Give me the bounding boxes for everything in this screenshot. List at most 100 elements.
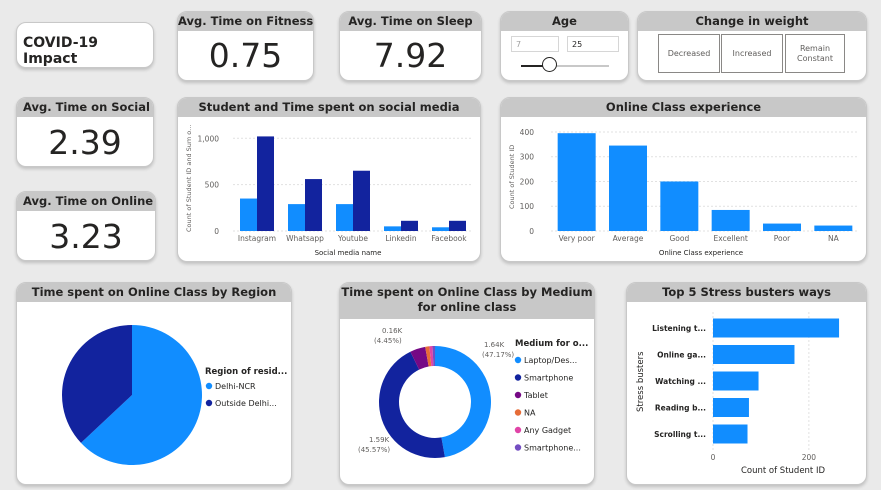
weight-increased-button[interactable]: Increased (721, 34, 783, 73)
region-legend-title: Region of resid... (205, 367, 287, 377)
experience-y-axis-label: Count of Student ID (508, 145, 516, 209)
medium-legend-label: NA (524, 409, 536, 418)
social-y-tick: 0 (214, 227, 219, 236)
stress-x-tick: 200 (802, 453, 817, 462)
region-pie-title: Time spent on Online Class by Region (17, 283, 291, 302)
social-bar (449, 220, 466, 231)
social-media-chart-title: Student and Time spent on social media (178, 98, 480, 117)
social-x-axis-label: Social media name (315, 249, 382, 257)
medium-annot-2: 1.59K (369, 436, 390, 444)
social-x-tick: Instagram (238, 234, 276, 243)
kpi-social-value: 2.39 (48, 123, 122, 162)
experience-bar (711, 209, 750, 231)
kpi-social-card: Avg. Time on Social m... 2.39 (16, 97, 154, 167)
experience-chart-card: Online Class experience Count of Student… (500, 97, 867, 262)
social-y-tick: 500 (205, 181, 220, 190)
stress-y-tick: Listening t... (652, 324, 706, 333)
medium-legend-label: Any Gadget (524, 426, 571, 435)
social-bar (353, 170, 370, 231)
page-title: COVID-19 Impact (23, 35, 99, 67)
weight-slicer: Change in weight Decreased Increased Rem… (637, 11, 867, 81)
medium-legend-label: Smartphone (524, 374, 573, 383)
kpi-online-card: Avg. Time on Online cl... 3.23 (16, 191, 156, 261)
experience-x-tick: Excellent (714, 234, 748, 243)
experience-x-tick: Very poor (559, 234, 596, 243)
stress-bar (713, 424, 748, 444)
experience-bar (763, 223, 801, 231)
stress-y-tick: Watching ... (655, 377, 706, 386)
region-legend-marker (205, 382, 213, 390)
social-media-chart: Count of Student ID and Sum o... Social … (185, 125, 473, 257)
experience-y-tick: 100 (520, 202, 535, 211)
medium-legend-marker (514, 409, 522, 416)
medium-annot-1: 1.64K (484, 341, 505, 349)
social-media-chart-card: Student and Time spent on social media C… (177, 97, 481, 262)
weight-slicer-title: Change in weight (638, 12, 866, 31)
experience-chart: Count of Student ID Online Class experie… (508, 128, 859, 257)
experience-x-tick: Good (669, 234, 689, 243)
kpi-online-label: Avg. Time on Online cl... (17, 192, 155, 211)
region-legend-label: Delhi-NCR (215, 382, 256, 391)
medium-legend-label: Laptop/Des... (524, 356, 577, 365)
stress-chart: Stress busters Count of Student ID 0 200 L… (636, 312, 840, 476)
experience-bar (660, 181, 699, 231)
medium-legend-marker (514, 444, 522, 451)
kpi-fitness-card: Avg. Time on Fitness 0.75 (177, 11, 314, 81)
medium-legend-label: Smartphone... (524, 444, 581, 453)
experience-y-tick: 300 (520, 153, 535, 162)
age-slider-handle[interactable] (542, 57, 557, 72)
experience-x-tick: Poor (774, 234, 791, 243)
stress-bar (713, 371, 759, 391)
medium-donut-card: Time spent on Online Class by Medium for… (339, 282, 595, 485)
experience-bar (609, 145, 647, 231)
social-y-axis-label: Count of Student ID and Sum o... (185, 125, 193, 232)
age-max-input[interactable]: 25 (567, 36, 619, 52)
medium-annot-3p: (4.45%) (374, 337, 402, 345)
medium-legend-marker (514, 391, 522, 399)
medium-donut-title-text: Time spent on Online Class by Medium for… (341, 285, 593, 314)
weight-decreased-button[interactable]: Decreased (658, 34, 720, 73)
stress-x-tick: 0 (711, 453, 716, 462)
experience-y-tick: 200 (520, 177, 535, 186)
title-card: COVID-19 Impact (16, 22, 154, 68)
stress-y-axis-label: Stress busters (636, 351, 646, 412)
social-bar (336, 204, 353, 231)
social-bar (305, 179, 322, 231)
region-pie-chart: Region of resid... Delhi-NCR Outside Delh… (61, 325, 287, 465)
kpi-sleep-label: Avg. Time on Sleep (340, 12, 481, 31)
medium-annot-1p: (47.17%) (482, 351, 514, 359)
medium-annot-3: 0.16K (382, 327, 403, 335)
weight-constant-button[interactable]: Remain Constant (785, 34, 845, 73)
kpi-online-value: 3.23 (49, 217, 123, 256)
region-legend-marker (205, 399, 213, 407)
region-legend-label: Outside Delhi... (215, 399, 277, 408)
kpi-sleep-card: Avg. Time on Sleep 7.92 (339, 11, 482, 81)
stress-bar (713, 398, 749, 417)
stress-y-tick: Reading b... (655, 404, 706, 413)
social-y-tick: 1,000 (198, 134, 220, 143)
kpi-fitness-label: Avg. Time on Fitness (178, 12, 313, 31)
social-bar (240, 198, 257, 231)
experience-y-tick: 400 (520, 128, 535, 137)
experience-bar (814, 225, 853, 231)
stress-y-tick: Scrolling t... (654, 430, 706, 439)
social-bar (432, 227, 449, 231)
stress-y-tick: Online ga... (657, 351, 706, 360)
experience-x-tick: Average (613, 234, 644, 243)
social-bar (288, 204, 305, 231)
age-min-input[interactable]: 7 (511, 36, 559, 52)
stress-bar (713, 318, 840, 338)
social-x-tick: Youtube (337, 234, 368, 243)
social-bar (257, 136, 274, 231)
experience-x-tick: NA (828, 234, 840, 243)
age-slicer-title: Age (501, 12, 628, 31)
medium-legend-marker (514, 356, 522, 364)
stress-chart-card: Top 5 Stress busters ways Stress busters… (626, 282, 867, 485)
medium-legend-marker (514, 374, 522, 381)
social-bar (401, 220, 418, 231)
age-slicer: Age 7 25 (500, 11, 629, 81)
stress-chart-title: Top 5 Stress busters ways (627, 283, 866, 302)
kpi-social-label: Avg. Time on Social m... (17, 98, 153, 117)
medium-donut-title: Time spent on Online Class by Medium for… (340, 283, 594, 319)
region-pie-card: Time spent on Online Class by Region Reg… (16, 282, 292, 485)
